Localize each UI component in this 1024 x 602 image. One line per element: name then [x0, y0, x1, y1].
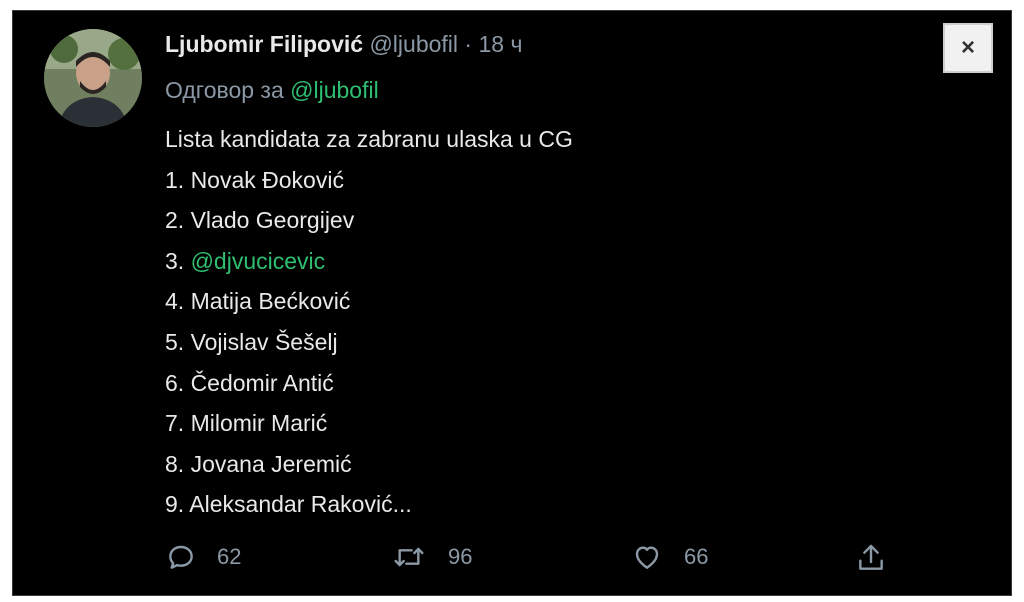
- share-button[interactable]: [855, 541, 887, 575]
- avatar[interactable]: [44, 29, 142, 127]
- heart-icon: [630, 541, 664, 573]
- action-bar: 62 96 66: [165, 541, 905, 581]
- tweet-line: 5. Vojislav Šešelj: [165, 328, 338, 355]
- reply-prefix: Одговор за: [165, 77, 291, 103]
- close-button[interactable]: ×: [943, 23, 993, 73]
- tweet-line: 9. Aleksandar Raković...: [165, 491, 412, 518]
- like-count: 66: [684, 544, 709, 569]
- reply-icon: [165, 541, 197, 573]
- tweet-line: 2. Vlado Georgijev: [165, 207, 355, 234]
- share-icon: [855, 541, 887, 575]
- tweet-line: 4. Matija Bećković: [165, 288, 351, 315]
- like-button[interactable]: 66: [630, 541, 708, 573]
- tweet-line: 7. Milomir Marić: [165, 410, 328, 437]
- author-name[interactable]: Ljubomir Filipović: [165, 31, 363, 57]
- reply-count: 62: [217, 544, 242, 569]
- separator-dot: ·: [464, 31, 473, 57]
- tweet-card: Ljubomir Filipović @ljubofil · 18 ч × Од…: [12, 10, 1012, 596]
- tweet-line: 8. Jovana Jeremić: [165, 450, 352, 477]
- retweet-button[interactable]: 96: [390, 541, 472, 573]
- reply-button[interactable]: 62: [165, 541, 241, 573]
- reply-mention-link[interactable]: @ljubofil: [290, 77, 379, 103]
- tweet-header: Ljubomir Filipović @ljubofil · 18 ч: [165, 31, 522, 58]
- tweet-line: Lista kandidata za zabranu ulaska u CG: [165, 126, 573, 152]
- tweet-text: Lista kandidata za zabranu ulaska u CG 1…: [165, 119, 573, 525]
- tweet-line: 3. @djvucicevic: [165, 241, 573, 282]
- tweet-line: 1. Novak Đoković: [165, 166, 344, 193]
- reply-to-line: Одговор за @ljubofil: [165, 77, 379, 104]
- tweet-line: 6. Čedomir Antić: [165, 369, 334, 396]
- retweet-count: 96: [448, 544, 473, 569]
- retweet-icon: [390, 541, 428, 573]
- timestamp[interactable]: 18 ч: [478, 31, 522, 57]
- list-number: 3.: [165, 247, 191, 274]
- mention-link[interactable]: @djvucicevic: [191, 248, 326, 274]
- author-handle[interactable]: @ljubofil: [369, 31, 458, 57]
